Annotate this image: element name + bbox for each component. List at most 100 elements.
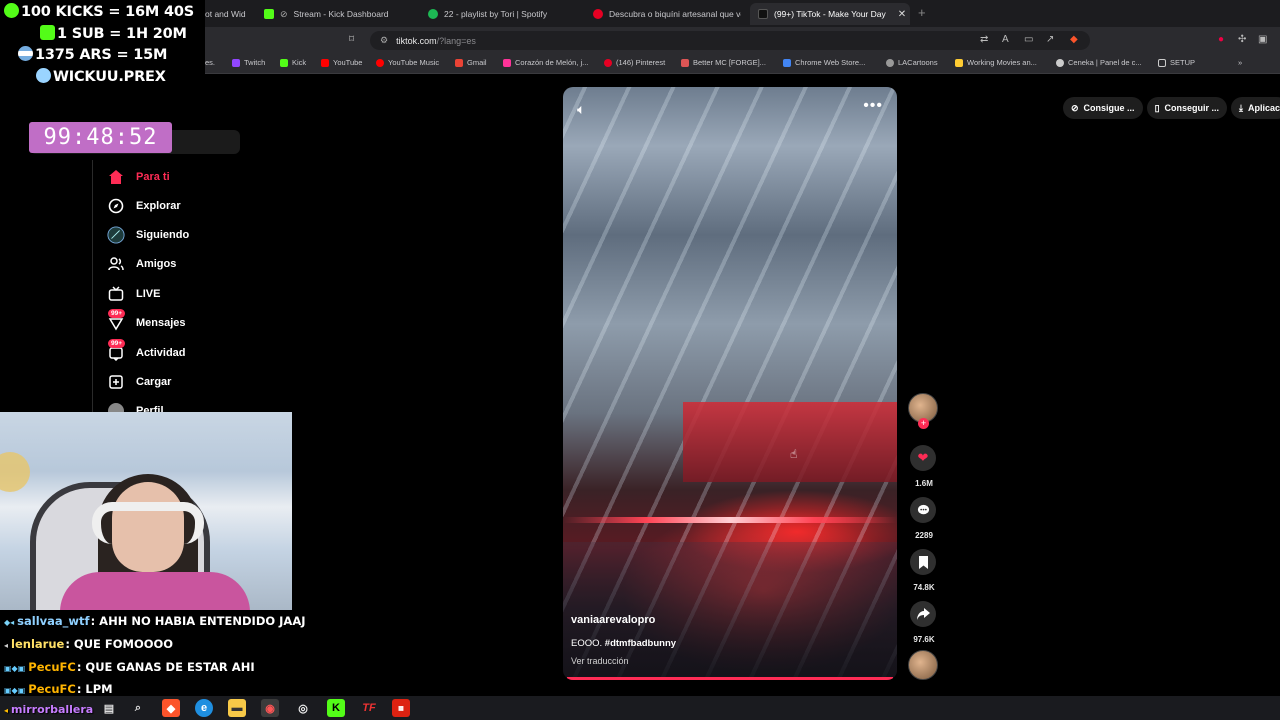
kick-icon [264, 9, 274, 19]
bookmark-label: Kick [292, 58, 307, 67]
video-actions: + ❤ 1.6M 2289 74.8K 97.6K [904, 390, 944, 680]
tab-tiktok[interactable]: (99+) TikTok - Make Your Day ✕ [750, 3, 910, 25]
more-options-icon[interactable]: ••• [863, 97, 883, 115]
volume-icon[interactable]: 🔈︎ [577, 101, 585, 118]
reader-icon[interactable]: A [1002, 34, 1009, 45]
youtube-icon [321, 58, 329, 67]
puzzle-icon[interactable]: ✣ [1238, 34, 1246, 45]
bookmark-label: Ceneka | Panel de c... [1068, 58, 1142, 67]
more-bookmarks-icon[interactable]: » [1238, 58, 1242, 67]
bookmark-label: SETUP [1170, 58, 1196, 67]
pinterest-icon [593, 9, 603, 19]
bookmark-gmail[interactable]: Gmail [455, 58, 487, 67]
hashtag-link[interactable]: #dtmfbadbunny [605, 638, 676, 649]
kick-app-icon[interactable]: K [327, 699, 345, 717]
voicemod-icon[interactable]: ▦ [392, 699, 410, 717]
bookmark-pinterest[interactable]: (146) Pinterest [604, 58, 665, 67]
file-explorer-icon[interactable]: ▬ [228, 699, 246, 717]
bookmark-setup[interactable]: SETUP [1158, 58, 1195, 67]
concert-stage [683, 402, 897, 482]
pc-app-button[interactable]: ⤓ Aplicac [1231, 97, 1280, 119]
like-heart-icon[interactable]: ❤ [910, 445, 936, 471]
stat-kicks: 100 KICKS = 16M 40S [4, 2, 205, 24]
bookmark-chrome-store[interactable]: Chrome Web Store... [783, 58, 865, 67]
get-app-button[interactable]: ▯ Conseguir ... [1146, 97, 1228, 119]
bookmark-item[interactable]: es. [205, 58, 215, 67]
obs-app-icon[interactable]: ◉ [261, 699, 279, 717]
shares-count: 97.6K [913, 635, 935, 644]
music-disc-avatar[interactable] [908, 650, 938, 680]
tab-pinterest[interactable]: Descubra o biquíni artesanal que ver [593, 3, 741, 25]
video-author[interactable]: vaniaarevalopro [571, 614, 655, 626]
nav-live[interactable]: LIVE [107, 285, 160, 303]
bookmark-icon[interactable]: ⌑ [349, 34, 354, 45]
kick-gem-icon [4, 3, 19, 18]
hand-cursor-icon: ☝︎ [790, 447, 798, 461]
follow-plus-icon[interactable]: + [918, 418, 929, 429]
stat-wickuu: WICKUU.PREX [4, 67, 205, 89]
bookmark-ceneka[interactable]: Ceneka | Panel de c... [1056, 58, 1142, 67]
tab-kick-dashboard[interactable]: ⊘ Stream - Kick Dashboard [264, 3, 414, 25]
nav-para-ti[interactable]: Para ti [107, 168, 170, 186]
bookmark-save-icon[interactable] [910, 549, 936, 575]
sidebar-toggle-icon[interactable]: ▣ [1258, 34, 1267, 45]
tab-widgets[interactable]: ot and Wid [205, 3, 253, 25]
chat-message: ▣◆▣ PecuFC: LPM [4, 682, 113, 696]
cast-icon[interactable]: ▭ [1024, 34, 1033, 45]
download-icon: ⤓ [1239, 102, 1244, 113]
get-coins-button[interactable]: ⊘ Consigue ... [1063, 97, 1143, 119]
chat-username: mirrorballera [11, 703, 94, 716]
diamond-icon [36, 67, 51, 83]
chat-badges-icon: ▣◆▣ [4, 686, 26, 695]
edge-icon[interactable]: e [195, 699, 213, 717]
bookmark-kick[interactable]: Kick [280, 58, 306, 67]
likes-count: 1.6M [915, 479, 933, 488]
nav-label: LIVE [136, 288, 161, 300]
bookmark-twitch[interactable]: Twitch [232, 58, 265, 67]
bookmark-corazon[interactable]: Corazón de Melón, j... [503, 58, 588, 67]
tikfinity-icon[interactable]: TF [360, 699, 378, 717]
bookmark-lacartoons[interactable]: LACartoons [886, 58, 938, 67]
brave-browser-icon[interactable]: ◆ [162, 699, 180, 717]
bookmark-youtube[interactable]: YouTube [321, 58, 362, 67]
search-icon[interactable]: ⌕ [129, 699, 147, 717]
laser-line [563, 517, 897, 523]
tab-spotify[interactable]: 22 - playlist by Tori | Spotify [428, 3, 578, 25]
share-icon[interactable]: ↗ [1046, 34, 1054, 45]
bookmark-youtube-music[interactable]: YouTube Music [376, 58, 439, 67]
close-tab-icon[interactable]: ✕ [898, 9, 906, 20]
extension-icon[interactable]: ● [1218, 34, 1224, 45]
gmail-icon [455, 58, 463, 67]
heart-icon [503, 58, 511, 67]
url-host: tiktok.com [396, 35, 437, 46]
nav-actividad[interactable]: 99+ Actividad [107, 339, 186, 362]
flag-sun [0, 452, 30, 492]
nav-amigos[interactable]: Amigos [107, 255, 176, 273]
tab-label: (99+) TikTok - Make Your Day [774, 9, 886, 19]
share-arrow-icon[interactable] [910, 601, 936, 627]
brave-shield-icon[interactable]: ◆ [1070, 34, 1078, 45]
video-progress-bar[interactable] [567, 677, 893, 680]
translate-icon[interactable]: ⇄ [980, 34, 988, 45]
nav-cargar[interactable]: Cargar [107, 373, 171, 391]
headphones [92, 502, 204, 544]
new-tab-icon[interactable]: + [918, 5, 926, 20]
site-info-icon[interactable]: ⚙ [380, 35, 388, 46]
nav-siguiendo[interactable]: Siguiendo [107, 226, 189, 244]
see-translation-link[interactable]: Ver traducción [571, 656, 629, 666]
nav-label: Para ti [136, 171, 170, 183]
messages-icon: 99+ [107, 309, 126, 332]
chat-badges-icon: ◂ [4, 641, 9, 650]
bookmark-working-movies[interactable]: Working Movies an... [955, 58, 1037, 67]
obs-studio-icon[interactable]: ◎ [294, 699, 312, 717]
screen: ot and Wid ⊘ Stream - Kick Dashboard 22 … [0, 0, 1280, 720]
bookmark-bettermc[interactable]: Better MC [FORGE]... [681, 58, 766, 67]
task-view-icon[interactable]: ▤ [100, 699, 118, 717]
chat-username: lenlarue [11, 637, 65, 651]
comment-icon[interactable] [910, 497, 936, 523]
nav-mensajes[interactable]: 99+ Mensajes [107, 309, 186, 332]
stat-ars: 1375 ARS = 15M [4, 45, 205, 67]
nav-explorar[interactable]: Explorar [107, 197, 181, 215]
pinterest-icon [604, 58, 612, 67]
tiktok-video-player[interactable]: 🔈︎ ••• vaniaarevalopro EOOO. #dtmfbadbun… [563, 87, 897, 680]
